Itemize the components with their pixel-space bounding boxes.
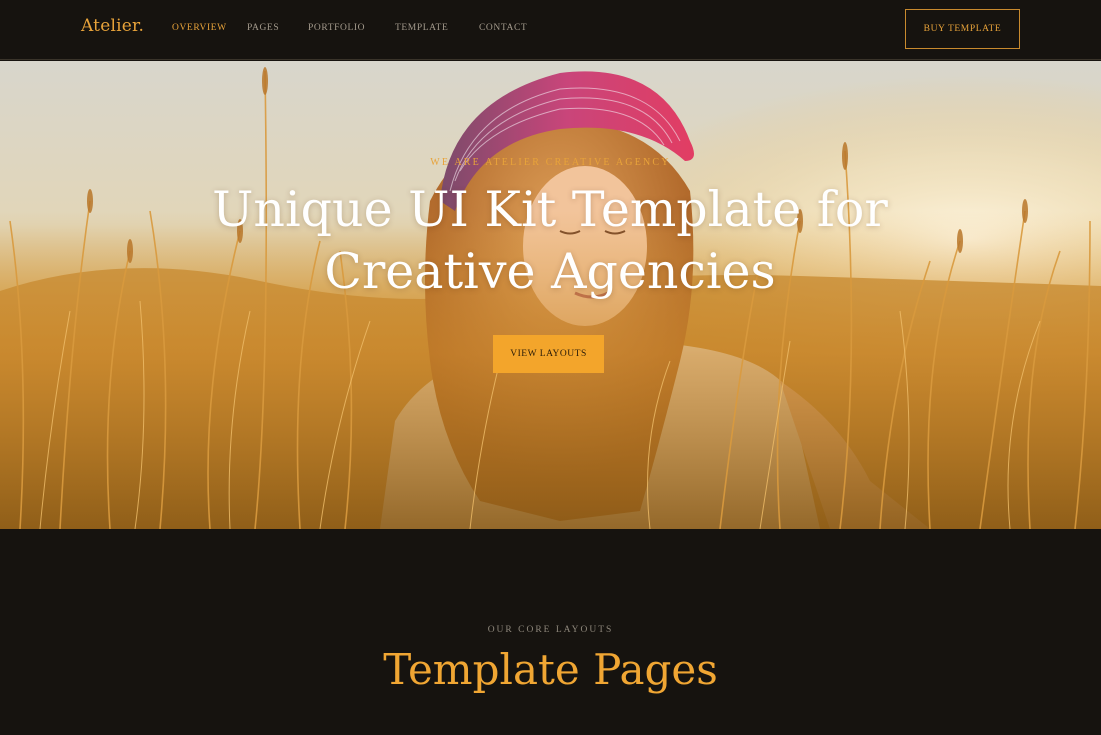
hero-eyebrow: WE ARE ATELIER CREATIVE AGENCY xyxy=(430,157,671,168)
view-layouts-button[interactable]: VIEW LAYOUTS xyxy=(493,335,604,373)
nav-item-pages[interactable]: PAGES xyxy=(247,23,279,33)
template-pages-section: OUR CORE LAYOUTS Template Pages xyxy=(0,529,1101,735)
buy-template-button[interactable]: BUY TEMPLATE xyxy=(905,9,1020,49)
section-title: Template Pages xyxy=(383,645,718,694)
top-navigation: Atelier. OVERVIEW PAGES PORTFOLIO TEMPLA… xyxy=(0,0,1101,60)
hero-title: Unique UI Kit Template for Creative Agen… xyxy=(212,181,888,300)
section-eyebrow: OUR CORE LAYOUTS xyxy=(487,625,614,635)
nav-item-contact[interactable]: CONTACT xyxy=(479,23,527,33)
nav-item-portfolio[interactable]: PORTFOLIO xyxy=(308,23,365,33)
hero-section: WE ARE ATELIER CREATIVE AGENCY Unique UI… xyxy=(0,61,1101,529)
nav-item-template[interactable]: TEMPLATE xyxy=(395,23,448,33)
brand-logo[interactable]: Atelier. xyxy=(81,16,144,36)
nav-item-overview[interactable]: OVERVIEW xyxy=(172,23,227,33)
